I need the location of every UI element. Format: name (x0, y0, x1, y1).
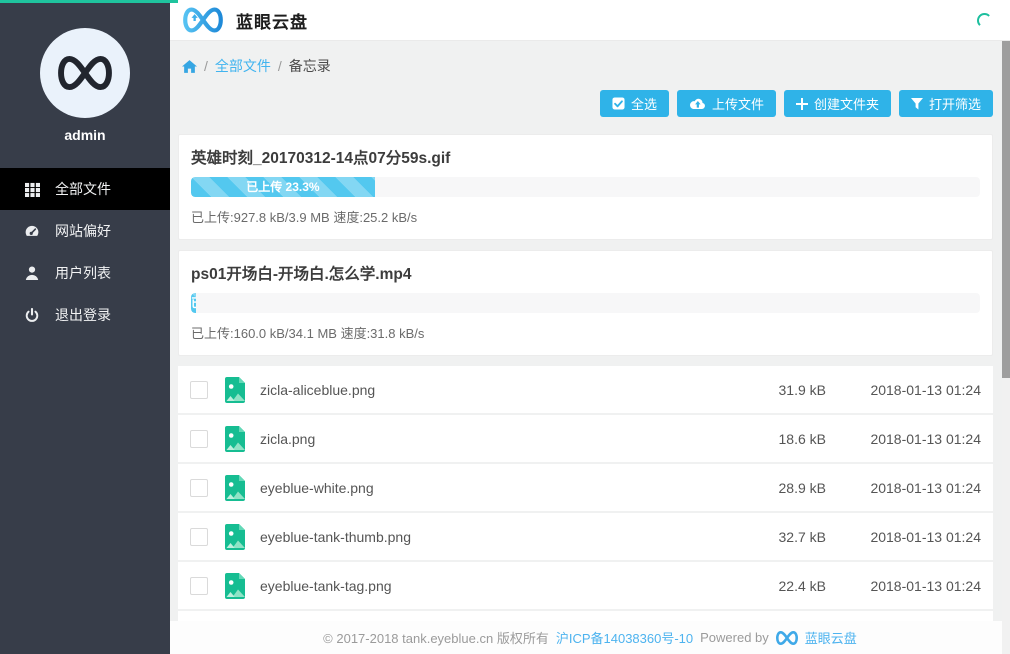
file-size: 18.6 kB (706, 431, 826, 447)
dashboard-icon (24, 224, 40, 239)
sidebar-item-label: 退出登录 (55, 305, 111, 325)
sidebar-item-退出登录[interactable]: 退出登录 (0, 294, 170, 336)
filter-icon (911, 98, 923, 110)
file-checkbox[interactable] (190, 577, 208, 595)
toolbar-button[interactable]: 上传文件 (677, 90, 776, 117)
file-date: 2018-01-13 01:24 (826, 529, 981, 545)
upload-cards: 英雄时刻_20170312-14点07分59s.gif 已上传 23.3% 已上… (178, 134, 993, 356)
content: / 全部文件 / 备忘录 全选 上传文件 创建文件夹 打开筛选 英雄时刻_201… (170, 41, 1010, 654)
file-date: 2018-01-13 01:24 (826, 382, 981, 398)
toolbar-button-label: 打开筛选 (929, 94, 981, 113)
file-name[interactable]: zicla.png (260, 431, 706, 447)
scrollbar-track[interactable] (1002, 41, 1010, 654)
footer: © 2017-2018 tank.eyeblue.cn 版权所有 沪ICP备14… (170, 621, 1010, 654)
upload-progress-track: 已上传 23.3% (191, 177, 980, 197)
sidebar-item-用户列表[interactable]: 用户列表 (0, 252, 170, 294)
sidebar-menu: 全部文件 网站偏好 用户列表 退出登录 (0, 168, 170, 336)
file-date: 2018-01-13 01:24 (826, 480, 981, 496)
breadcrumb-separator: / (278, 58, 282, 74)
sidebar-item-网站偏好[interactable]: 网站偏好 (0, 210, 170, 252)
file-size: 28.9 kB (706, 480, 826, 496)
toolbar: 全选 上传文件 创建文件夹 打开筛选 (170, 90, 993, 117)
sidebar-item-label: 用户列表 (55, 263, 111, 283)
infinity-logo-icon (54, 53, 116, 93)
toolbar-button[interactable]: 创建文件夹 (784, 90, 891, 117)
page-loading-bar (0, 0, 178, 3)
toolbar-button-label: 创建文件夹 (814, 94, 879, 113)
sidebar-item-label: 全部文件 (55, 179, 111, 199)
file-name[interactable]: eyeblue-tank-thumb.png (260, 529, 706, 545)
footer-brand-link[interactable]: 蓝眼云盘 (805, 628, 857, 647)
powered-by-label: Powered by (700, 630, 769, 645)
sidebar: admin 全部文件 网站偏好 用户列表 退出登录 (0, 0, 170, 654)
image-file-icon (225, 573, 245, 599)
upload-card: 英雄时刻_20170312-14点07分59s.gif 已上传 23.3% 已上… (178, 134, 993, 240)
avatar (40, 28, 130, 118)
file-list: zicla-aliceblue.png 31.9 kB 2018-01-13 0… (178, 366, 993, 654)
footer-logo-icon (774, 630, 800, 646)
file-checkbox[interactable] (190, 430, 208, 448)
file-row[interactable]: eyeblue-white.png 28.9 kB 2018-01-13 01:… (178, 464, 993, 511)
file-name[interactable]: eyeblue-white.png (260, 480, 706, 496)
powered-by: Powered by 蓝眼云盘 (700, 628, 857, 647)
upload-progress-track: 已上传 0.5% (191, 293, 980, 313)
upload-progress-fill: 已上传 0.5% (191, 293, 196, 313)
toolbar-button-label: 全选 (631, 94, 657, 113)
breadcrumb-separator: / (204, 58, 208, 74)
app-title: 蓝眼云盘 (236, 8, 308, 33)
home-icon[interactable] (182, 60, 197, 73)
sidebar-item-label: 网站偏好 (55, 221, 111, 241)
upload-status: 已上传:160.0 kB/34.1 MB 速度:31.8 kB/s (191, 323, 980, 342)
main-area: 蓝眼云盘 / 全部文件 / 备忘录 全选 上传文件 创建文件夹 打开筛选 (170, 0, 1010, 654)
toolbar-button[interactable]: 打开筛选 (899, 90, 993, 117)
upload-filename: 英雄时刻_20170312-14点07分59s.gif (191, 146, 980, 168)
file-row[interactable]: zicla-aliceblue.png 31.9 kB 2018-01-13 0… (178, 366, 993, 413)
toolbar-button-label: 上传文件 (712, 94, 764, 113)
upload-progress-fill: 已上传 23.3% (191, 177, 375, 197)
upload-card: ps01开场白-开场白.怎么学.mp4 已上传 0.5% 已上传:160.0 k… (178, 250, 993, 356)
grid-icon (24, 182, 40, 197)
copyright-text: © 2017-2018 tank.eyeblue.cn 版权所有 (323, 628, 549, 647)
upload-filename: ps01开场白-开场白.怎么学.mp4 (191, 262, 980, 284)
sidebar-item-全部文件[interactable]: 全部文件 (0, 168, 170, 210)
file-row[interactable]: eyeblue-tank-tag.png 22.4 kB 2018-01-13 … (178, 562, 993, 609)
file-size: 31.9 kB (706, 382, 826, 398)
username: admin (0, 127, 170, 143)
top-header: 蓝眼云盘 (170, 0, 1010, 41)
plus-icon (796, 98, 808, 110)
check-square-icon (612, 97, 625, 110)
brand-logo-icon (180, 5, 226, 35)
file-checkbox[interactable] (190, 528, 208, 546)
power-icon (24, 308, 40, 323)
image-file-icon (225, 524, 245, 550)
file-name[interactable]: eyeblue-tank-tag.png (260, 578, 706, 594)
image-file-icon (225, 377, 245, 403)
file-name[interactable]: zicla-aliceblue.png (260, 382, 706, 398)
file-size: 22.4 kB (706, 578, 826, 594)
upload-status: 已上传:927.8 kB/3.9 MB 速度:25.2 kB/s (191, 207, 980, 226)
file-date: 2018-01-13 01:24 (826, 431, 981, 447)
file-size: 32.7 kB (706, 529, 826, 545)
file-row[interactable]: zicla.png 18.6 kB 2018-01-13 01:24 (178, 415, 993, 462)
file-checkbox[interactable] (190, 381, 208, 399)
file-row[interactable]: eyeblue-tank-thumb.png 32.7 kB 2018-01-1… (178, 513, 993, 560)
breadcrumb: / 全部文件 / 备忘录 (170, 41, 1010, 76)
user-icon (24, 266, 40, 280)
image-file-icon (225, 475, 245, 501)
image-file-icon (225, 426, 245, 452)
toolbar-button[interactable]: 全选 (600, 90, 669, 117)
scrollbar-thumb[interactable] (1002, 41, 1010, 378)
icp-link[interactable]: 沪ICP备14038360号-10 (556, 628, 693, 647)
file-date: 2018-01-13 01:24 (826, 578, 981, 594)
breadcrumb-all-files[interactable]: 全部文件 (215, 56, 271, 76)
loading-spinner-icon (977, 13, 992, 28)
brand[interactable]: 蓝眼云盘 (180, 5, 308, 35)
file-checkbox[interactable] (190, 479, 208, 497)
breadcrumb-current: 备忘录 (289, 56, 331, 76)
cloud-upload-icon (689, 97, 706, 110)
